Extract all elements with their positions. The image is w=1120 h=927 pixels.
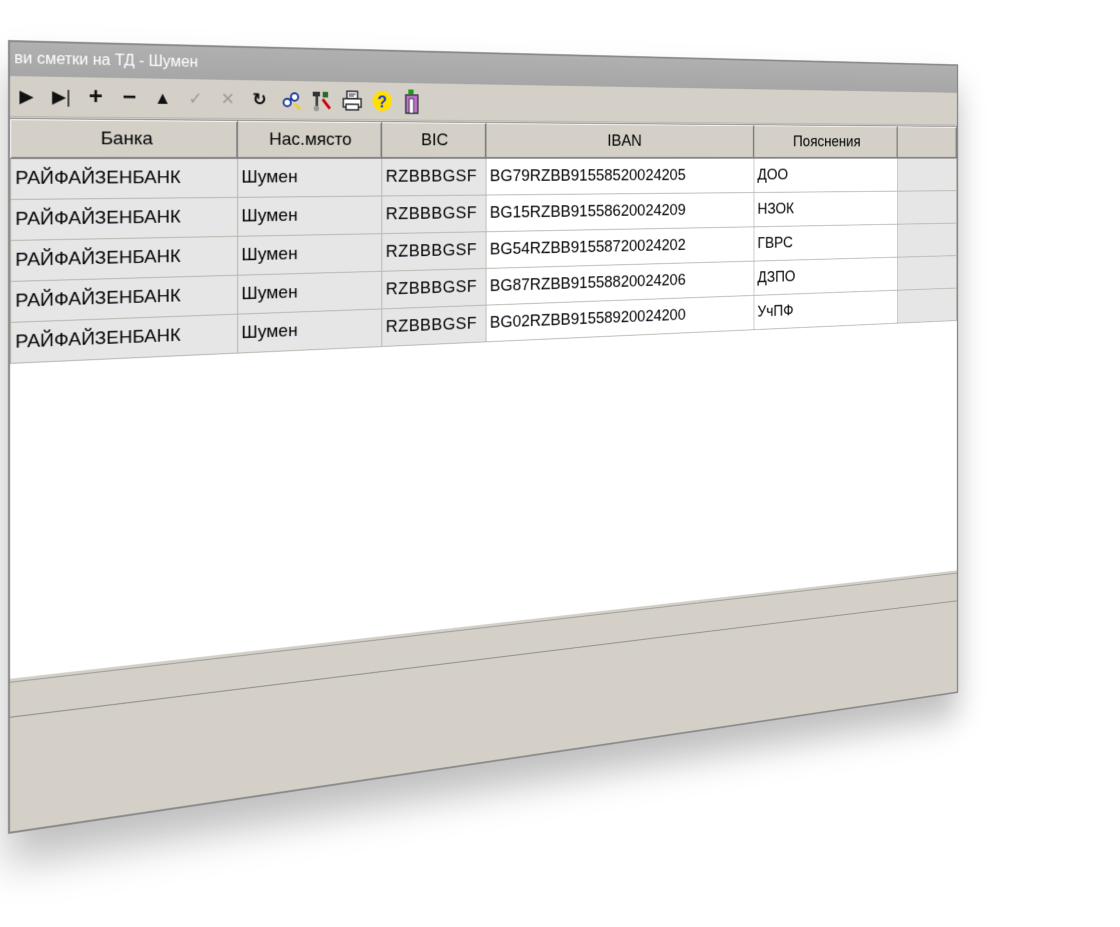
bic-cell[interactable]: RZBBBGSF (381, 158, 487, 197)
place-cell[interactable]: Шумен (237, 308, 382, 354)
header-row: Банка Нас.място BIC IBAN Пояснения (10, 119, 957, 159)
bank-cell[interactable]: РАЙФАЙЗЕНБАНК (10, 314, 238, 364)
column-header-bank[interactable]: Банка (10, 119, 238, 159)
place-cell[interactable]: Шумен (237, 233, 382, 276)
tools-icon (312, 91, 333, 113)
column-header-bic[interactable]: BIC (381, 122, 487, 159)
exit-door-icon (401, 89, 423, 116)
app-window: ви сметки на ТД - Шумен ▶ ▶| + − ▲ ✓ ✕ ↻ (8, 40, 959, 834)
help-button[interactable]: ? (370, 87, 395, 115)
bic-cell[interactable]: RZBBBGSF (381, 195, 487, 234)
search-button[interactable] (278, 85, 304, 113)
column-header-iban[interactable]: IBAN (486, 123, 755, 159)
next-record-button[interactable]: ▶ (12, 81, 41, 111)
bank-cell[interactable]: РАЙФАЙЗЕНБАНК (10, 236, 238, 282)
printer-icon (341, 88, 364, 112)
column-header-empty (897, 126, 957, 159)
notes-cell[interactable]: ДЗПО (754, 257, 898, 296)
skip-end-icon: ▶| (52, 86, 71, 107)
print-button[interactable] (340, 87, 365, 115)
empty-cell (897, 288, 957, 324)
bic-cell[interactable]: RZBBBGSF (381, 268, 487, 309)
bic-cell[interactable]: RZBBBGSF (381, 231, 487, 272)
place-cell[interactable]: Шумен (237, 196, 382, 237)
x-icon: ✕ (220, 88, 235, 109)
notes-cell[interactable]: ДОО (754, 158, 898, 193)
accounts-table: Банка Нас.място BIC IBAN Пояснения РАЙФА… (10, 119, 957, 364)
tools-button[interactable] (309, 86, 334, 114)
bic-cell[interactable]: RZBBBGSF (381, 305, 487, 347)
empty-cell (897, 158, 957, 192)
cancel-edit-button[interactable]: ✕ (215, 84, 241, 113)
notes-cell[interactable]: УчПФ (754, 290, 898, 330)
play-icon: ▶ (19, 85, 34, 106)
last-record-button[interactable]: ▶| (47, 82, 75, 112)
insert-record-button[interactable]: + (82, 82, 110, 112)
post-edit-button[interactable]: ✓ (182, 84, 209, 113)
column-header-place[interactable]: Нас.място (237, 121, 382, 159)
notes-cell[interactable]: НЗОК (754, 191, 898, 227)
empty-cell (897, 255, 957, 291)
svg-text:?: ? (377, 92, 387, 111)
edit-record-button[interactable]: ▲ (149, 83, 176, 112)
bank-cell[interactable]: РАЙФАЙЗЕНБАНК (10, 158, 238, 200)
iban-cell[interactable]: BG15RZBB91558620024209 (486, 192, 755, 232)
checkmark-icon: ✓ (188, 88, 203, 108)
help-icon: ? (372, 90, 392, 111)
place-cell[interactable]: Шумен (237, 271, 382, 315)
plus-icon: + (88, 83, 103, 110)
delete-record-button[interactable]: − (116, 83, 144, 113)
refresh-button[interactable]: ↻ (247, 85, 273, 114)
place-cell[interactable]: Шумен (237, 158, 382, 198)
triangle-up-icon: ▲ (154, 87, 172, 108)
empty-cell (897, 223, 957, 258)
iban-cell[interactable]: BG79RZBB91558520024205 (486, 158, 755, 196)
bank-cell[interactable]: РАЙФАЙЗЕНБАНК (10, 197, 238, 241)
refresh-icon: ↻ (252, 89, 267, 109)
binoculars-icon (280, 88, 302, 111)
column-header-notes[interactable]: Пояснения (754, 125, 898, 159)
notes-cell[interactable]: ГВРС (754, 224, 898, 262)
exit-button[interactable] (400, 88, 424, 116)
minus-icon: − (122, 83, 137, 111)
empty-cell (897, 190, 957, 225)
